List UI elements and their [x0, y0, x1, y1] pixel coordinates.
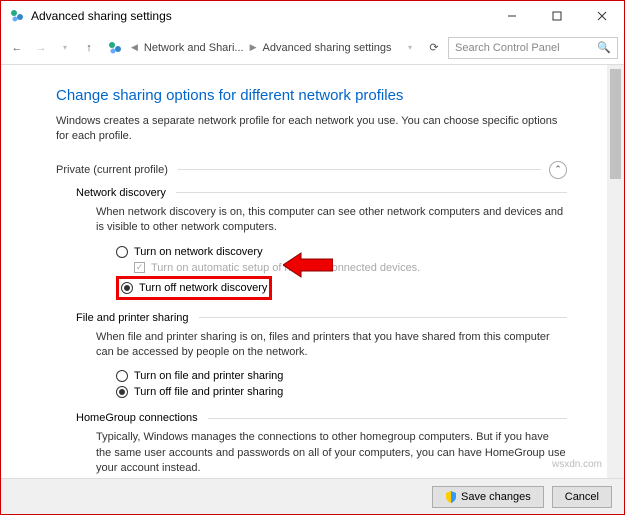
breadcrumb[interactable]: ◀ Network and Shari... ▶ Advanced sharin… [131, 42, 396, 54]
network-discovery-header: Network discovery [76, 187, 567, 199]
homegroup-desc: Typically, Windows manages the connectio… [96, 430, 567, 476]
profile-section-header[interactable]: Private (current profile) ⌃ [56, 161, 567, 179]
cancel-button[interactable]: Cancel [552, 486, 612, 508]
watermark: wsxdn.com [552, 459, 602, 470]
network-sharing-icon [107, 40, 123, 56]
titlebar: Advanced sharing settings [1, 1, 624, 31]
forward-button[interactable]: → [31, 38, 51, 58]
radio-selected-icon [116, 386, 128, 398]
page-heading: Change sharing options for different net… [56, 87, 567, 104]
radio-fp-off[interactable]: Turn off file and printer sharing [116, 384, 567, 400]
breadcrumb-dropdown[interactable]: ▾ [400, 38, 420, 58]
minimize-button[interactable] [489, 1, 534, 31]
radio-nd-on[interactable]: Turn on network discovery [116, 244, 567, 260]
network-sharing-icon [9, 8, 25, 24]
chevron-left-icon: ◀ [131, 42, 138, 53]
breadcrumb-item[interactable]: Advanced sharing settings [263, 42, 392, 54]
shield-icon [445, 491, 457, 503]
window-title: Advanced sharing settings [31, 9, 489, 23]
search-placeholder: Search Control Panel [455, 42, 560, 54]
radio-icon [116, 370, 128, 382]
scrollbar-thumb[interactable] [610, 69, 621, 179]
save-changes-button[interactable]: Save changes [432, 486, 544, 508]
homegroup-header: HomeGroup connections [76, 412, 567, 424]
recent-dropdown[interactable]: ▾ [55, 38, 75, 58]
refresh-button[interactable]: ⟳ [424, 41, 444, 54]
highlight-box: Turn off network discovery [116, 276, 272, 300]
window: Advanced sharing settings ← → ▾ ↑ ◀ Netw… [0, 0, 625, 515]
radio-icon [116, 246, 128, 258]
checkbox-icon: ✓ [134, 262, 145, 273]
network-discovery-desc: When network discovery is on, this compu… [96, 205, 567, 236]
radio-nd-off[interactable]: Turn off network discovery [121, 280, 267, 296]
checkbox-auto-setup: ✓ Turn on automatic setup of network con… [116, 260, 567, 276]
breadcrumb-item[interactable]: Network and Shari... [144, 42, 244, 54]
search-input[interactable]: Search Control Panel 🔍 [448, 37, 618, 59]
radio-fp-on[interactable]: Turn on file and printer sharing [116, 368, 567, 384]
profile-label: Private (current profile) [56, 164, 168, 176]
navbar: ← → ▾ ↑ ◀ Network and Shari... ▶ Advance… [1, 31, 624, 65]
back-button[interactable]: ← [7, 38, 27, 58]
up-button[interactable]: ↑ [79, 38, 99, 58]
file-printer-header: File and printer sharing [76, 312, 567, 324]
annotation-arrow-icon [283, 251, 333, 282]
page-description: Windows creates a separate network profi… [56, 114, 567, 145]
radio-selected-icon [121, 282, 133, 294]
file-printer-desc: When file and printer sharing is on, fil… [96, 330, 567, 361]
scrollbar[interactable] [607, 65, 624, 478]
close-button[interactable] [579, 1, 624, 31]
search-icon: 🔍 [597, 41, 611, 54]
maximize-button[interactable] [534, 1, 579, 31]
chevron-up-icon[interactable]: ⌃ [549, 161, 567, 179]
footer: Save changes Cancel [1, 478, 624, 514]
chevron-right-icon: ▶ [250, 42, 257, 53]
